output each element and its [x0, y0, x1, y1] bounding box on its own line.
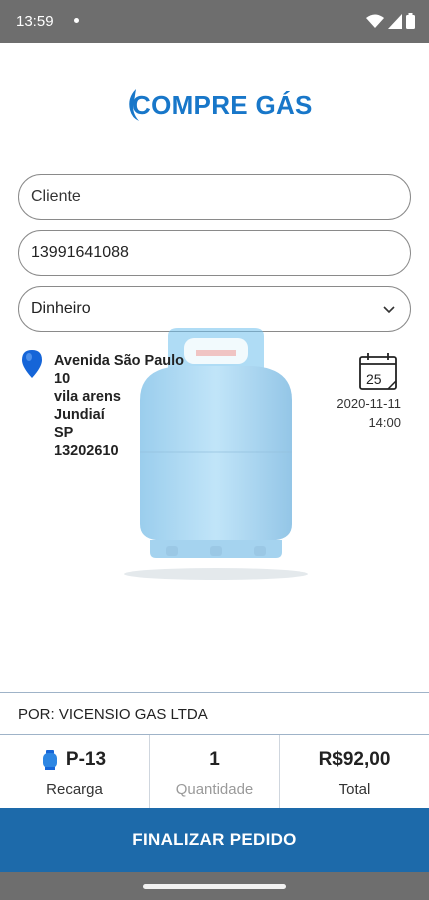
location-pin-icon: [22, 350, 42, 378]
address-state: SP: [54, 425, 74, 441]
chevron-down-icon: [383, 306, 395, 314]
signal-icon: H: [388, 13, 402, 29]
status-bar: 13:59 H: [0, 0, 429, 43]
delivery-time: 14:00: [368, 415, 401, 430]
address-zip: 13202610: [54, 443, 119, 459]
wifi-icon: [366, 14, 384, 28]
product-name: P-13: [65, 749, 107, 770]
calendar-day: 25: [366, 371, 382, 387]
status-icons: H: [366, 12, 415, 30]
address-street: Avenida São Paulo: [54, 353, 184, 369]
product-type: Recarga: [46, 781, 103, 798]
delivery-schedule: 2020-11-11 14:00: [336, 394, 401, 432]
home-gesture-handle[interactable]: [143, 884, 286, 889]
quantity-label: Quantidade: [175, 781, 254, 798]
navigation-bar: [0, 872, 429, 900]
quantity-summary: 1 Quantidade: [150, 735, 280, 809]
finalize-order-button[interactable]: FINALIZAR PEDIDO: [0, 808, 429, 872]
address-city: Jundiaí: [54, 407, 105, 423]
status-time: 13:59: [16, 13, 54, 30]
divider: [0, 692, 429, 693]
address-number: 10: [54, 371, 71, 387]
total-value: R$92,00: [318, 749, 391, 770]
gas-cylinder-icon: [42, 750, 57, 770]
payment-select[interactable]: Dinheiro: [18, 286, 411, 332]
product-summary: P-13 Recarga: [0, 735, 150, 809]
order-summary: P-13 Recarga 1 Quantidade R$92,00 Total: [0, 734, 429, 809]
delivery-address: Avenida São Paulo 10 vila arens Jundiaí …: [54, 352, 184, 460]
phone-input[interactable]: [31, 231, 371, 275]
total-summary: R$92,00 Total: [280, 735, 429, 809]
delivery-date: 2020-11-11: [336, 396, 401, 411]
app-logo: COMPRE GÁS: [126, 86, 312, 126]
notification-dot-icon: [74, 18, 79, 23]
address-district: vila arens: [54, 389, 121, 405]
client-field[interactable]: [18, 174, 411, 220]
phone-field[interactable]: [18, 230, 411, 276]
battery-icon: [406, 13, 415, 29]
seller-label: POR: VICENSIO GAS LTDA: [18, 706, 208, 723]
total-label: Total: [338, 781, 371, 798]
logo-text: COMPRE GÁS: [132, 90, 313, 120]
client-input[interactable]: [31, 175, 371, 219]
payment-selected-value: Dinheiro: [31, 300, 91, 317]
quantity-value: 1: [209, 749, 220, 770]
svg-text:H: H: [389, 17, 393, 23]
